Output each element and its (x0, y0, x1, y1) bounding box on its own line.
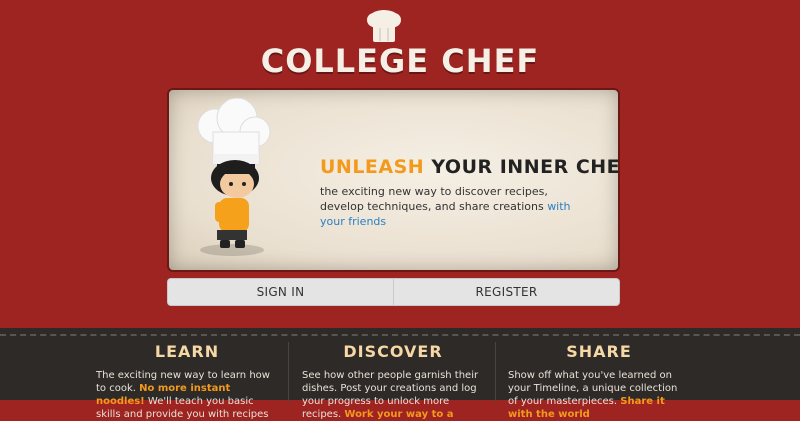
auth-button-bar: SIGN IN REGISTER (167, 278, 620, 306)
feature-title: LEARN (154, 342, 220, 361)
stitch-divider (0, 334, 800, 336)
column-divider (288, 342, 289, 402)
feature-text: See how other people garnish their dishe… (302, 369, 484, 421)
hero-desc-text: the exciting new way to discover recipes… (320, 185, 548, 213)
hero-headline-accent: UNLEASH (320, 156, 425, 178)
hero-banner: UNLEASH YOUR INNER CHEF the exciting new… (167, 88, 620, 272)
hero-description: the exciting new way to discover recipes… (320, 184, 590, 229)
chef-character-illustration (197, 98, 271, 256)
features-section: LEARN The exciting new way to learn how … (0, 328, 800, 420)
feature-share: SHARE Show off what you've learned on yo… (508, 342, 690, 420)
feature-title: SHARE (566, 342, 632, 361)
sign-in-button[interactable]: SIGN IN (168, 279, 393, 305)
header-area: COLLEGE CHEF UNLEASH YOUR INNER CHEF the… (0, 0, 800, 328)
feature-text: The exciting new way to learn how to coo… (96, 369, 278, 421)
hero-headline-rest: YOUR INNER CHEF (424, 156, 620, 178)
hero-headline: UNLEASH YOUR INNER CHEF (320, 156, 620, 178)
feature-discover: DISCOVER See how other people garnish th… (302, 342, 484, 420)
feature-highlight: Work your way to a (344, 409, 454, 420)
feature-title: DISCOVER (343, 342, 443, 361)
column-divider (495, 342, 496, 402)
feature-learn: LEARN The exciting new way to learn how … (96, 342, 278, 420)
feature-text: Show off what you've learned on your Tim… (508, 369, 690, 421)
chef-hat-icon (367, 10, 401, 42)
site-logo-title[interactable]: COLLEGE CHEF (0, 42, 800, 80)
register-button[interactable]: REGISTER (393, 279, 619, 305)
